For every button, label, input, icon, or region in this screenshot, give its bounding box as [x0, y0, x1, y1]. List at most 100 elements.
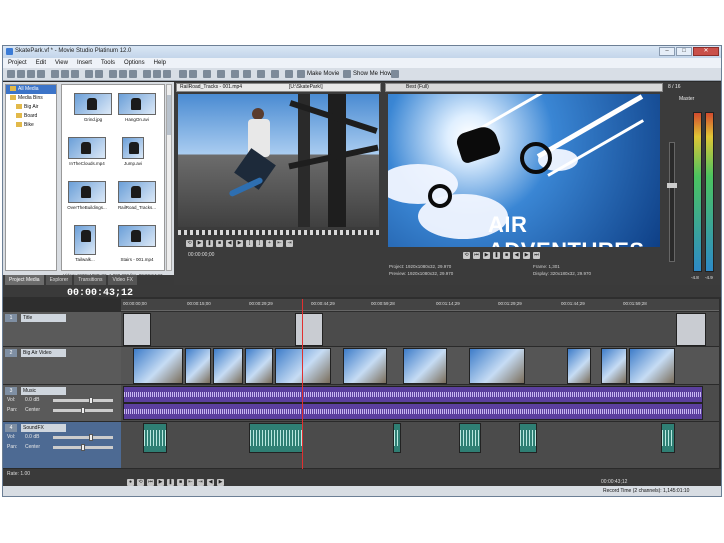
new-icon[interactable] — [7, 70, 15, 78]
help-icon[interactable] — [391, 70, 399, 78]
lock-envelopes-icon[interactable] — [163, 70, 171, 78]
cut-icon[interactable] — [51, 70, 59, 78]
tab-project-media[interactable]: Project Media — [5, 275, 44, 285]
loop-icon[interactable]: ⟲ — [463, 251, 470, 259]
media-thumbnail[interactable] — [74, 225, 96, 255]
track-header-soundfx[interactable]: 4 SoundFX Vol: 0.0 dB Pan: Center — [3, 422, 121, 469]
pause-icon[interactable]: ❚ — [206, 239, 213, 247]
music-clip-left-channel[interactable] — [123, 386, 703, 403]
video-clip[interactable] — [469, 348, 525, 384]
video-clip[interactable] — [245, 348, 273, 384]
volume-knob[interactable] — [89, 434, 93, 441]
split-icon[interactable] — [217, 70, 225, 78]
fx-icon[interactable] — [243, 70, 251, 78]
auto-ripple-icon[interactable] — [153, 70, 161, 78]
sound-clip[interactable] — [459, 423, 481, 453]
title-clip[interactable] — [676, 313, 706, 346]
redo-icon[interactable] — [95, 70, 103, 78]
stop-icon[interactable]: ■ — [503, 251, 510, 259]
envelope-tool-icon[interactable] — [119, 70, 127, 78]
selection-tool-icon[interactable] — [129, 70, 137, 78]
next-frame-icon[interactable]: ▶ — [236, 239, 243, 247]
menu-tools[interactable]: Tools — [101, 60, 115, 66]
play-from-start-icon[interactable]: ⏮ — [473, 251, 480, 259]
playhead-cursor[interactable] — [302, 299, 303, 469]
save-icon[interactable] — [27, 70, 35, 78]
mark-out-icon[interactable]: ] — [256, 239, 263, 247]
pan-slider[interactable] — [53, 407, 113, 414]
copy-icon[interactable] — [61, 70, 69, 78]
undo-icon[interactable] — [85, 70, 93, 78]
video-track-lane[interactable] — [121, 347, 719, 385]
pan-knob[interactable] — [81, 444, 85, 451]
volume-knob[interactable] — [89, 397, 93, 404]
snapping-icon[interactable] — [143, 70, 151, 78]
loop-icon[interactable]: ⟲ — [186, 239, 193, 247]
show-me-how-icon[interactable] — [343, 70, 351, 78]
media-thumbnail[interactable] — [118, 225, 156, 247]
render-icon[interactable] — [37, 70, 45, 78]
stop-icon[interactable]: ■ — [216, 239, 223, 247]
crop-icon[interactable] — [271, 70, 279, 78]
preview-quality-select[interactable]: Best (Full) — [406, 84, 429, 90]
menu-options[interactable]: Options — [124, 60, 145, 66]
pause-icon[interactable]: ❚ — [167, 478, 174, 486]
pan-knob[interactable] — [81, 407, 85, 414]
master-fader[interactable] — [667, 142, 677, 262]
tab-explorer[interactable]: Explorer — [45, 275, 73, 285]
menu-help[interactable]: Help — [154, 60, 166, 66]
paste-icon[interactable] — [71, 70, 79, 78]
play-icon[interactable]: ▶ — [157, 478, 164, 486]
track-header-title[interactable]: 1 Title — [3, 312, 121, 347]
media-thumbnail[interactable] — [118, 93, 156, 115]
tree-item-big-air[interactable]: Big Air — [6, 103, 56, 112]
tab-transitions[interactable]: Transitions — [74, 275, 107, 285]
sound-clip[interactable] — [393, 423, 401, 453]
record-icon[interactable]: ● — [127, 478, 134, 486]
tree-item-bike[interactable]: Bike — [6, 121, 56, 130]
pause-icon[interactable]: ❚ — [493, 251, 500, 259]
sound-clip[interactable] — [249, 423, 303, 453]
menu-project[interactable]: Project — [8, 60, 27, 66]
soundfx-track-lane[interactable] — [121, 422, 719, 469]
tab-video-fx[interactable]: Video FX — [108, 275, 137, 285]
title-clip[interactable] — [295, 313, 323, 346]
menu-edit[interactable]: Edit — [36, 60, 46, 66]
prev-frame-icon[interactable]: ◀ — [207, 478, 214, 486]
media-thumbnail[interactable] — [122, 137, 144, 159]
end-icon[interactable]: ⏭ — [533, 251, 540, 259]
trim-in-icon[interactable] — [189, 70, 197, 78]
video-clip[interactable] — [403, 348, 447, 384]
prev-frame-icon[interactable]: ◀ — [226, 239, 233, 247]
video-clip[interactable] — [275, 348, 331, 384]
zoom-icon[interactable] — [285, 70, 293, 78]
fader-knob[interactable] — [667, 183, 677, 188]
prev-frame-icon[interactable]: ◀ — [513, 251, 520, 259]
sound-clip[interactable] — [143, 423, 167, 453]
play-icon[interactable]: ▶ — [196, 239, 203, 247]
music-track-lane[interactable] — [121, 385, 719, 422]
show-me-how-button[interactable]: Show Me How — [353, 71, 392, 77]
media-thumbnail[interactable] — [118, 181, 156, 203]
add-to-timeline-before-icon[interactable]: ⇤ — [276, 239, 283, 247]
trimmer-toolbar-icon[interactable] — [179, 70, 187, 78]
volume-slider[interactable] — [53, 397, 113, 404]
make-movie-icon[interactable] — [297, 70, 305, 78]
loop-icon[interactable]: ⟲ — [137, 478, 144, 486]
next-frame-icon[interactable]: ▶ — [523, 251, 530, 259]
tree-item-all-media[interactable]: All Media — [6, 85, 56, 94]
open-icon[interactable] — [17, 70, 25, 78]
title-track-lane[interactable] — [121, 312, 719, 347]
video-clip[interactable] — [601, 348, 627, 384]
delete-icon[interactable] — [231, 70, 239, 78]
time-ruler[interactable]: 00:00:00;00 00:00:15;00 00:00:29;29 00:0… — [121, 299, 719, 311]
video-clip[interactable] — [343, 348, 387, 384]
menu-insert[interactable]: Insert — [77, 60, 92, 66]
track-name[interactable]: Big Air Video — [21, 349, 66, 357]
track-name[interactable]: Title — [21, 314, 66, 322]
title-clip[interactable] — [123, 313, 151, 346]
close-button[interactable]: ✕ — [693, 47, 719, 56]
make-movie-button[interactable]: Make Movie — [307, 71, 339, 77]
sound-clip[interactable] — [519, 423, 537, 453]
play-from-start-icon[interactable]: ⏮ — [147, 478, 154, 486]
